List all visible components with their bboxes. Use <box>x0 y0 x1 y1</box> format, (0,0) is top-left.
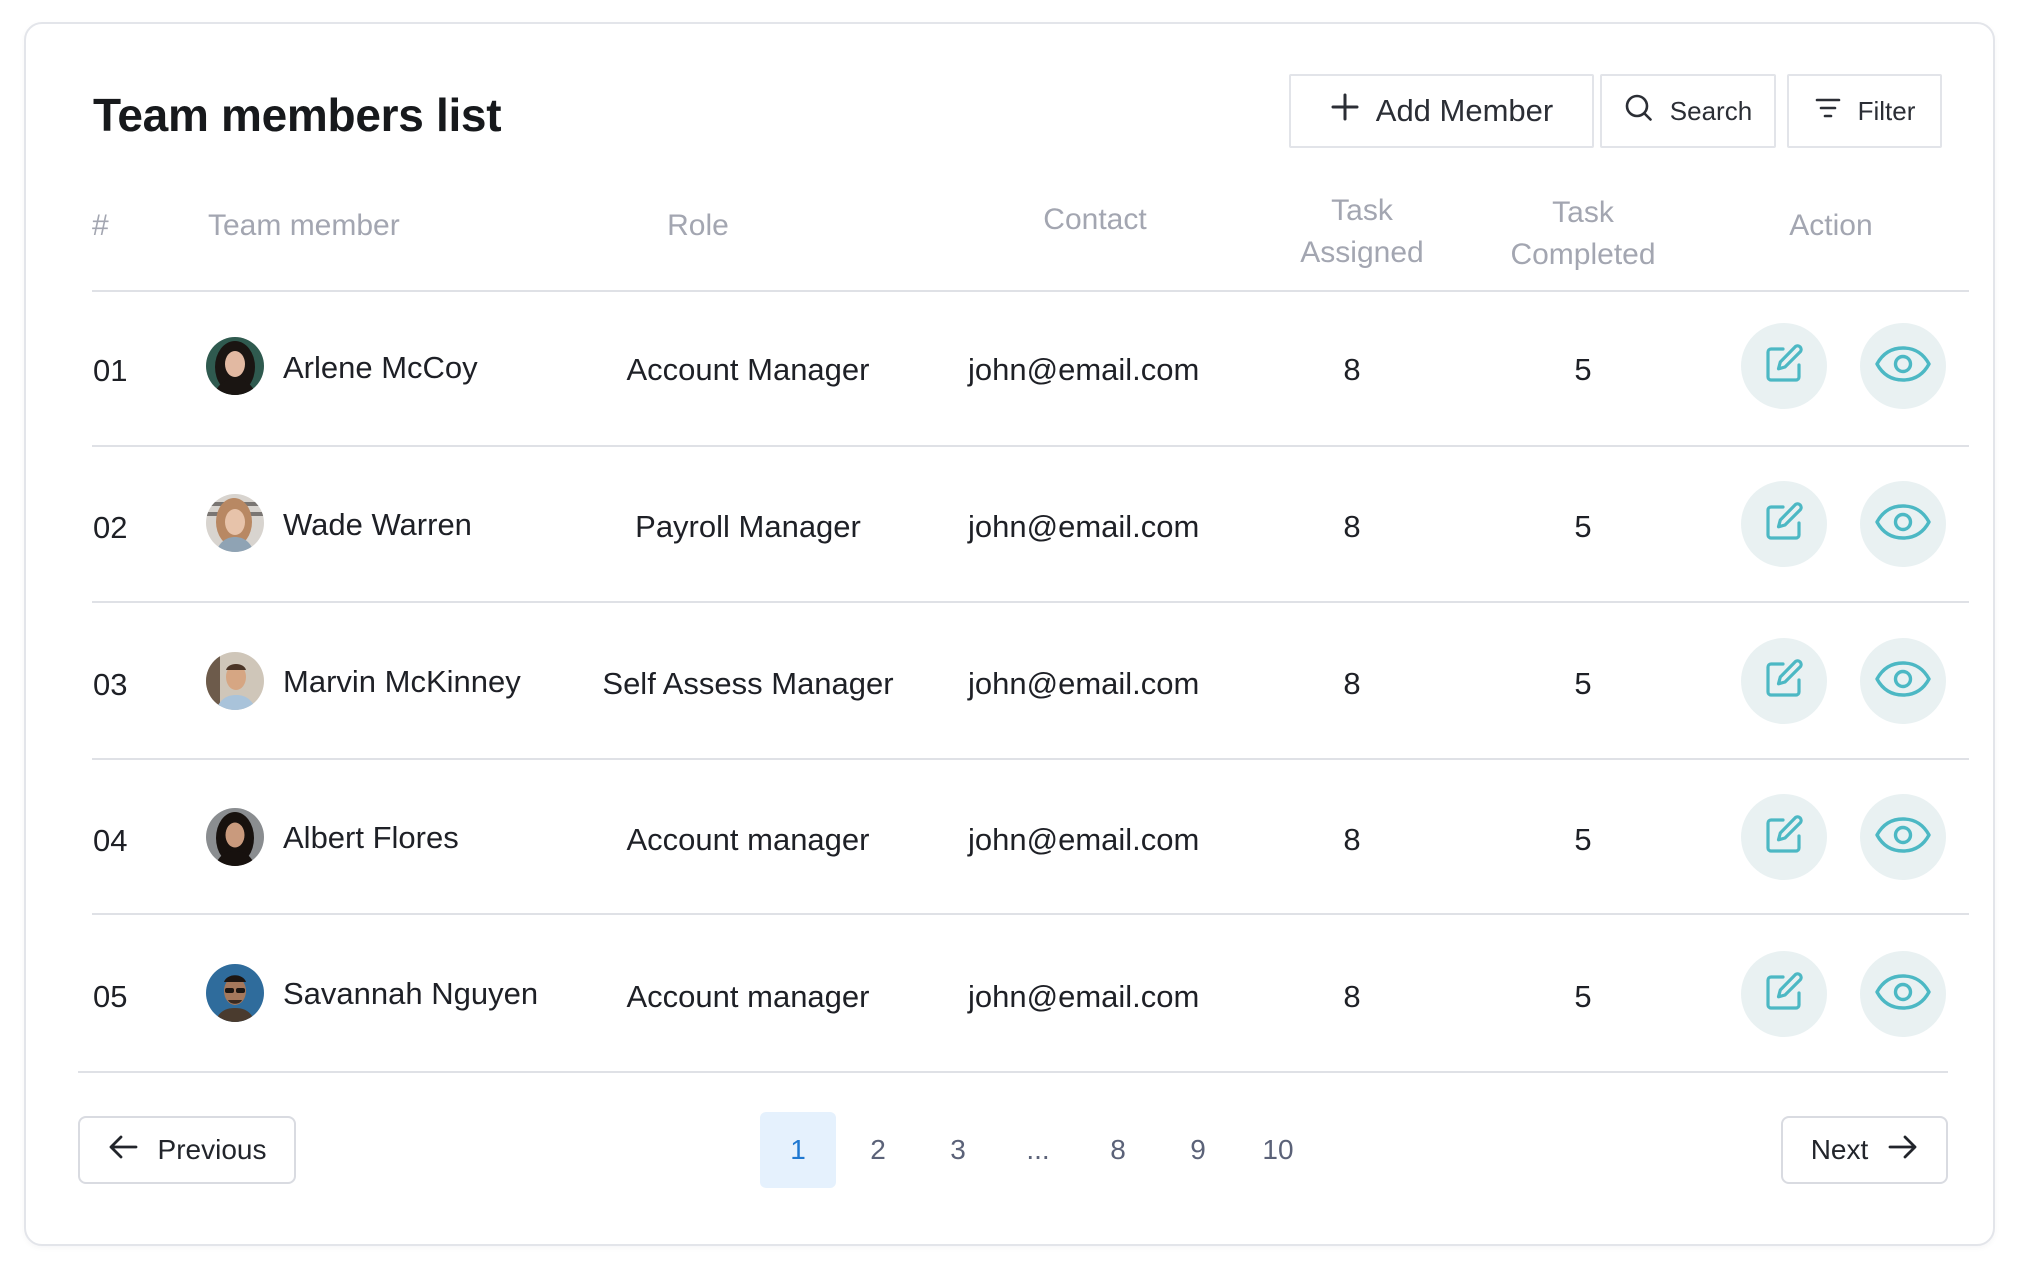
eye-icon <box>1874 502 1932 547</box>
column-header-task-assigned: Task Assigned <box>1282 190 1442 274</box>
column-header-task-completed: Task Completed <box>1493 192 1673 276</box>
next-button[interactable]: Next <box>1781 1116 1948 1184</box>
tasks-assigned: 8 <box>1343 352 1361 387</box>
tasks-assigned: 8 <box>1343 666 1361 701</box>
row-number: 05 <box>93 979 128 1014</box>
row-number: 03 <box>93 667 128 702</box>
member-role: Payroll Manager <box>635 509 861 544</box>
header-divider <box>92 290 1969 292</box>
member-email: john@email.com <box>968 822 1200 857</box>
plus-icon <box>1330 92 1360 130</box>
page-title: Team members list <box>93 89 502 141</box>
footer-divider <box>78 1071 1948 1073</box>
eye-icon <box>1874 815 1932 860</box>
member-name: Marvin McKinney <box>283 664 521 699</box>
add-member-button[interactable]: Add Member <box>1289 74 1594 148</box>
view-button[interactable] <box>1860 951 1946 1037</box>
arrow-left-icon <box>108 1134 138 1167</box>
search-icon <box>1624 93 1654 130</box>
member-role: Account manager <box>626 822 870 857</box>
filter-label: Filter <box>1857 95 1916 126</box>
page-2[interactable]: 2 <box>840 1112 916 1188</box>
edit-button[interactable] <box>1741 323 1827 409</box>
row-divider <box>92 758 1969 760</box>
member-email: john@email.com <box>968 509 1200 544</box>
column-header-contact: Contact <box>1043 203 1147 236</box>
row-divider <box>92 445 1969 447</box>
avatar <box>206 652 264 710</box>
eye-icon <box>1874 659 1932 704</box>
member-name: Wade Warren <box>283 507 472 542</box>
tasks-assigned: 8 <box>1343 979 1361 1014</box>
column-header-number: # <box>92 209 109 242</box>
avatar <box>206 964 264 1022</box>
filter-button[interactable]: Filter <box>1787 74 1942 148</box>
view-button[interactable] <box>1860 794 1946 880</box>
column-header-task-assigned-line2: Assigned <box>1300 236 1424 269</box>
edit-button[interactable] <box>1741 951 1827 1037</box>
page-10[interactable]: 10 <box>1240 1112 1316 1188</box>
previous-label: Previous <box>157 1134 267 1165</box>
column-header-role: Role <box>667 209 729 242</box>
previous-button[interactable]: Previous <box>78 1116 296 1184</box>
member-name: Arlene McCoy <box>283 350 478 385</box>
eye-icon <box>1874 344 1932 389</box>
column-header-action: Action <box>1789 209 1873 242</box>
tasks-completed: 5 <box>1574 666 1592 701</box>
page-3[interactable]: 3 <box>920 1112 996 1188</box>
filter-icon <box>1814 96 1842 127</box>
tasks-completed: 5 <box>1574 509 1592 544</box>
view-button[interactable] <box>1860 638 1946 724</box>
edit-icon <box>1761 499 1807 550</box>
page-9[interactable]: 9 <box>1160 1112 1236 1188</box>
column-header-task-assigned-line1: Task <box>1331 194 1393 227</box>
row-divider <box>92 913 1969 915</box>
eye-icon <box>1874 972 1932 1017</box>
tasks-assigned: 8 <box>1343 509 1361 544</box>
member-role: Account Manager <box>626 352 870 387</box>
tasks-assigned: 8 <box>1343 822 1361 857</box>
edit-icon <box>1761 656 1807 707</box>
page-ellipsis: ... <box>1026 1134 1050 1165</box>
row-number: 02 <box>93 510 128 545</box>
arrow-right-icon <box>1888 1134 1918 1167</box>
column-header-task-completed-line1: Task <box>1552 196 1614 229</box>
member-email: john@email.com <box>968 352 1200 387</box>
edit-button[interactable] <box>1741 481 1827 567</box>
member-name: Albert Flores <box>283 820 459 855</box>
page-8[interactable]: 8 <box>1080 1112 1156 1188</box>
edit-icon <box>1761 341 1807 392</box>
row-number: 04 <box>93 823 128 858</box>
page-1[interactable]: 1 <box>760 1112 836 1188</box>
column-header-team-member: Team member <box>208 209 400 242</box>
add-member-label: Add Member <box>1375 93 1554 128</box>
member-email: john@email.com <box>968 666 1200 701</box>
column-header-task-completed-line2: Completed <box>1510 238 1656 271</box>
row-divider <box>92 601 1969 603</box>
tasks-completed: 5 <box>1574 352 1592 387</box>
row-number: 01 <box>93 353 128 388</box>
member-role: Account manager <box>626 979 870 1014</box>
view-button[interactable] <box>1860 323 1946 409</box>
edit-button[interactable] <box>1741 794 1827 880</box>
view-button[interactable] <box>1860 481 1946 567</box>
search-label: Search <box>1669 95 1753 126</box>
member-name: Savannah Nguyen <box>283 976 539 1011</box>
member-email: john@email.com <box>968 979 1200 1014</box>
edit-icon <box>1761 969 1807 1020</box>
next-label: Next <box>1810 1134 1869 1165</box>
member-role: Self Assess Manager <box>602 666 894 701</box>
edit-button[interactable] <box>1741 638 1827 724</box>
avatar <box>206 337 264 395</box>
edit-icon <box>1761 812 1807 863</box>
avatar <box>206 808 264 866</box>
search-button[interactable]: Search <box>1600 74 1776 148</box>
tasks-completed: 5 <box>1574 822 1592 857</box>
avatar <box>206 494 264 552</box>
tasks-completed: 5 <box>1574 979 1592 1014</box>
